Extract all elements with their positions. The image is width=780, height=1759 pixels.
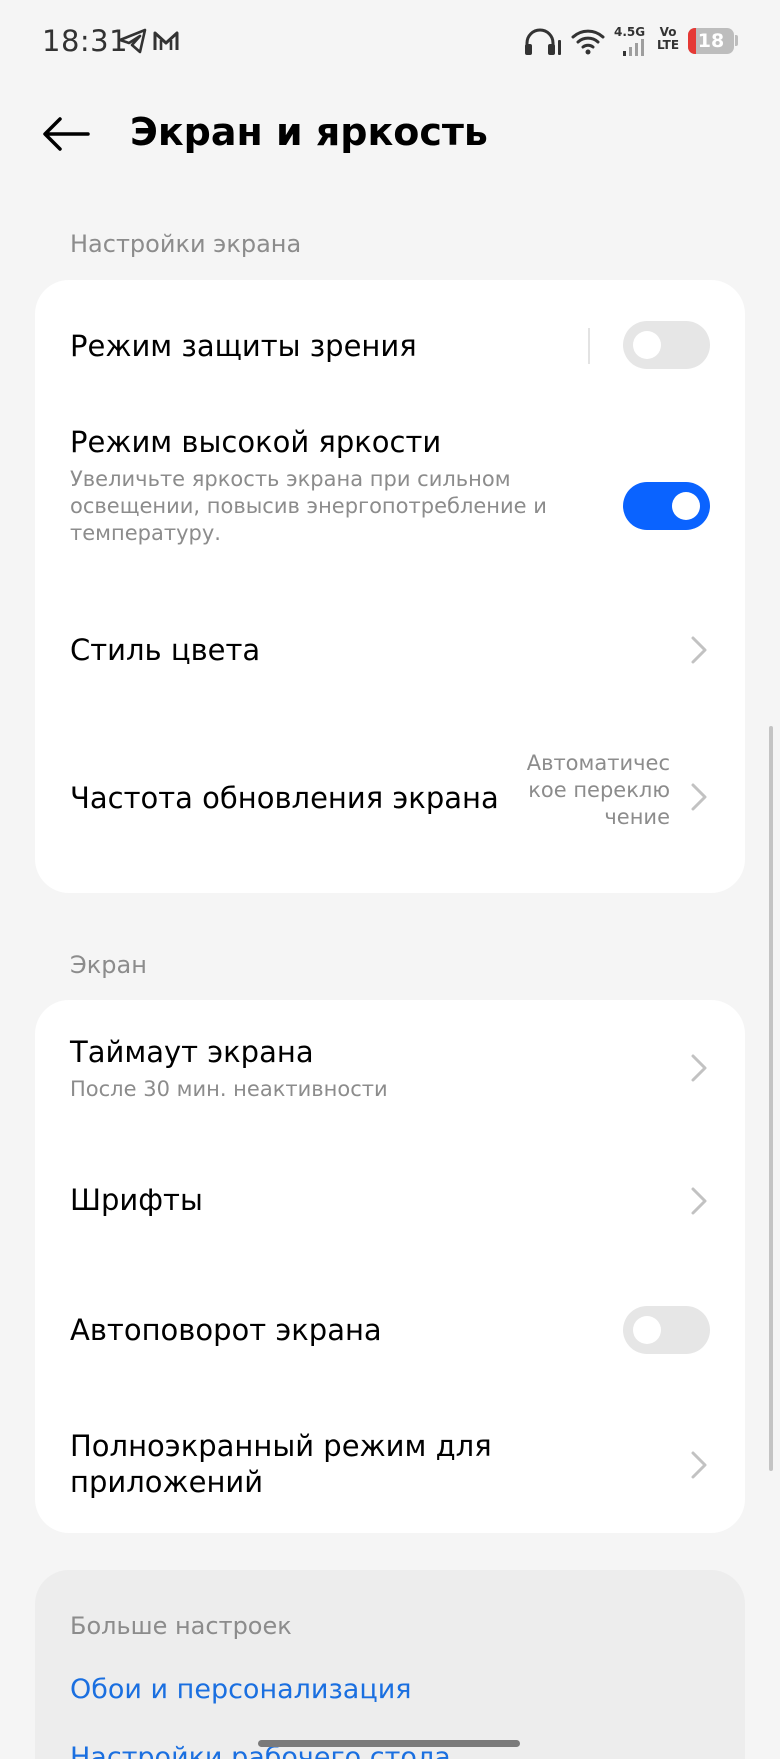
status-bar: 18:31 4.5G Vo LTE 18 bbox=[0, 0, 780, 84]
back-button[interactable] bbox=[36, 104, 96, 164]
volte-indicator: Vo LTE bbox=[656, 26, 680, 52]
volte-bottom-label: LTE bbox=[656, 38, 680, 52]
battery-level: 18 bbox=[697, 30, 725, 52]
headphones-icon bbox=[525, 28, 561, 55]
network-type-label: 4.5G bbox=[614, 25, 646, 39]
arrow-left-icon bbox=[43, 117, 90, 151]
chevron-right-icon bbox=[691, 636, 707, 664]
color-style-row[interactable]: Стиль цвета bbox=[35, 580, 745, 720]
high-brightness-row[interactable]: Режим высокой яркости Увеличьте яркость … bbox=[35, 410, 745, 580]
chevron-right-icon bbox=[691, 1187, 707, 1215]
screen-card: Таймаут экрана После 30 мин. неактивност… bbox=[35, 1000, 745, 1533]
eye-protection-row[interactable]: Режим защиты зрения bbox=[35, 280, 745, 410]
telegram-icon bbox=[118, 28, 147, 54]
home-indicator[interactable] bbox=[258, 1740, 520, 1747]
more-settings-card: Больше настроек Обои и персонализация На… bbox=[35, 1570, 745, 1759]
fullscreen-apps-title: Полноэкранный режим для приложений bbox=[70, 1429, 492, 1499]
auto-rotate-toggle[interactable] bbox=[623, 1306, 710, 1354]
eye-protection-toggle[interactable] bbox=[623, 321, 710, 369]
section-label-display-settings: Настройки экрана bbox=[70, 230, 302, 258]
display-settings-card: Режим защиты зрения Режим высокой яркост… bbox=[35, 280, 745, 893]
refresh-rate-title: Частота обновления экрана bbox=[70, 781, 499, 815]
high-brightness-title: Режим высокой яркости bbox=[70, 425, 442, 459]
wallpaper-personalization-link[interactable]: Обои и персонализация bbox=[70, 1674, 412, 1705]
eye-protection-title: Режим защиты зрения bbox=[70, 329, 417, 363]
fonts-row[interactable]: Шрифты bbox=[35, 1136, 745, 1266]
battery-icon: 18 bbox=[688, 28, 734, 54]
chevron-right-icon bbox=[691, 783, 707, 811]
screen-timeout-row[interactable]: Таймаут экрана После 30 мин. неактивност… bbox=[35, 1000, 745, 1136]
row-divider bbox=[588, 328, 590, 364]
screen-timeout-title: Таймаут экрана bbox=[70, 1035, 314, 1069]
fonts-title: Шрифты bbox=[70, 1183, 203, 1217]
fullscreen-apps-row[interactable]: Полноэкранный режим для приложений bbox=[35, 1396, 745, 1533]
color-style-title: Стиль цвета bbox=[70, 633, 261, 667]
status-time: 18:31 bbox=[42, 24, 129, 58]
auto-rotate-row[interactable]: Автоповорот экрана bbox=[35, 1266, 745, 1396]
chevron-right-icon bbox=[691, 1451, 707, 1479]
toggle-knob bbox=[633, 331, 661, 359]
refresh-rate-value: Автоматическое переключение bbox=[526, 751, 670, 829]
page-title: Экран и яркость bbox=[130, 110, 488, 154]
auto-rotate-title: Автоповорот экрана bbox=[70, 1313, 382, 1347]
refresh-rate-row[interactable]: Частота обновления экрана Автоматическое… bbox=[35, 720, 745, 893]
scrollbar[interactable] bbox=[769, 726, 773, 1471]
mail-icon bbox=[153, 31, 179, 50]
toggle-knob bbox=[672, 492, 700, 520]
battery-tip bbox=[735, 35, 738, 46]
wifi-icon bbox=[571, 29, 605, 55]
section-label-screen: Экран bbox=[70, 951, 147, 979]
toggle-knob bbox=[633, 1316, 661, 1344]
screen-timeout-subtitle: После 30 мин. неактивности bbox=[70, 1077, 388, 1101]
header: Экран и яркость bbox=[0, 84, 780, 184]
chevron-right-icon bbox=[691, 1054, 707, 1082]
more-settings-label: Больше настроек bbox=[70, 1612, 292, 1640]
signal-icon bbox=[623, 39, 644, 56]
high-brightness-subtitle: Увеличьте яркость экрана при сильном осв… bbox=[70, 467, 547, 545]
high-brightness-toggle[interactable] bbox=[623, 482, 710, 530]
display-brightness-screen: 18:31 4.5G Vo LTE 18 Экран и яркость Нас… bbox=[0, 0, 780, 1759]
